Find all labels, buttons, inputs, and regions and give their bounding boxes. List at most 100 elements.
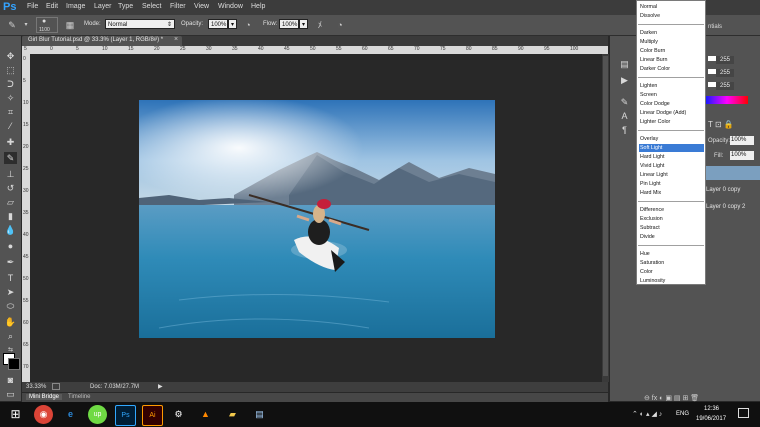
history-brush-tool-icon[interactable]: ↺ <box>4 182 17 194</box>
layer-fill-input[interactable]: 100% <box>730 151 754 160</box>
pressure-opacity-icon[interactable]: ◔ <box>242 19 254 31</box>
slider-icon[interactable] <box>708 56 716 61</box>
color-value-b[interactable]: 255 <box>716 82 734 90</box>
notification-icon[interactable] <box>738 408 749 418</box>
flow-dropdown-button[interactable]: ▾ <box>299 19 308 29</box>
blend-mode-option[interactable]: Exclusion <box>639 215 704 223</box>
blend-mode-option[interactable]: Overlay <box>639 135 704 143</box>
brush-tool-preset-icon[interactable]: ✎ <box>6 19 18 31</box>
color-ramp[interactable] <box>706 96 748 104</box>
blend-mode-option[interactable]: Linear Dodge (Add) <box>639 109 704 117</box>
menu-filter[interactable]: Filter <box>170 3 186 10</box>
chrome-icon[interactable]: ◉ <box>34 405 53 424</box>
slider-icon[interactable] <box>708 82 716 87</box>
steam-icon[interactable]: ⚙ <box>169 405 188 424</box>
history-panel-icon[interactable]: ▤ <box>618 58 631 70</box>
paragraph-panel-icon[interactable]: ¶ <box>618 124 631 136</box>
menu-window[interactable]: Window <box>218 3 243 10</box>
blend-mode-option[interactable]: Hard Mix <box>639 189 704 197</box>
blend-mode-option[interactable]: Hard Light <box>639 153 704 161</box>
vlc-icon[interactable]: ▲ <box>196 405 215 424</box>
screen-mode-icon[interactable]: ▭ <box>4 388 17 400</box>
upwork-icon[interactable]: up <box>88 405 107 424</box>
document-image[interactable] <box>139 100 495 338</box>
blend-mode-option[interactable]: Linear Burn <box>639 56 704 64</box>
opacity-dropdown-button[interactable]: ▾ <box>228 19 237 29</box>
blend-mode-option[interactable]: Luminosity <box>639 277 704 285</box>
healing-brush-tool-icon[interactable]: ✚ <box>4 136 17 148</box>
blend-mode-option[interactable]: Lighter Color <box>639 118 704 126</box>
blend-mode-dropdown[interactable]: Normal Dissolve Darken Multiply Color Burn Li… <box>636 0 706 285</box>
shape-tool-icon[interactable]: ⬭ <box>4 300 17 312</box>
blend-mode-option[interactable]: Color Dodge <box>639 100 704 108</box>
crop-tool-icon[interactable]: ⌗ <box>4 106 17 118</box>
flow-input[interactable]: 100% <box>279 19 299 29</box>
brush-tool-icon[interactable]: ✎ <box>4 152 17 164</box>
background-color-swatch[interactable] <box>8 358 20 370</box>
status-menu-arrow-icon[interactable]: ▶ <box>158 383 163 390</box>
menu-layer[interactable]: Layer <box>94 3 112 10</box>
color-value-g[interactable]: 255 <box>716 69 734 77</box>
edge-icon[interactable]: e <box>61 405 80 424</box>
blend-mode-option[interactable]: Dissolve <box>639 12 704 20</box>
character-panel-icon[interactable]: A <box>618 110 631 122</box>
brush-panel-icon[interactable]: ✎ <box>618 96 631 108</box>
dodge-tool-icon[interactable]: ● <box>4 240 17 252</box>
language-indicator[interactable]: ENG <box>676 411 689 417</box>
blend-mode-option[interactable]: Color Burn <box>639 47 704 55</box>
blend-mode-option[interactable]: Difference <box>639 206 704 214</box>
windows-logo-icon[interactable]: ⊞ <box>6 405 25 424</box>
eraser-tool-icon[interactable]: ▱ <box>4 196 17 208</box>
blend-mode-option[interactable]: Darken <box>639 29 704 37</box>
blend-mode-option[interactable]: Divide <box>639 233 704 241</box>
blend-mode-option[interactable]: Linear Light <box>639 171 704 179</box>
opacity-input[interactable]: 100% <box>208 19 228 29</box>
menu-type[interactable]: Type <box>118 3 133 10</box>
menu-help[interactable]: Help <box>251 3 265 10</box>
zoom-level[interactable]: 33.33% <box>26 384 46 390</box>
blend-mode-option[interactable]: Subtract <box>639 224 704 232</box>
brush-panel-toggle-icon[interactable]: ▦ <box>64 19 76 31</box>
lasso-tool-icon[interactable]: ᑐ <box>4 78 17 90</box>
illustrator-icon[interactable]: Ai <box>142 405 163 426</box>
menu-edit[interactable]: Edit <box>46 3 58 10</box>
notepad-icon[interactable]: ▤ <box>250 405 269 424</box>
blend-mode-option[interactable]: Darker Color <box>639 65 704 73</box>
blend-mode-option[interactable]: Lighten <box>639 82 704 90</box>
layer-actions-icon[interactable]: ⊖ fx ◐ ▣ ▤ ⊞ 🗑 <box>644 394 699 402</box>
eyedropper-tool-icon[interactable]: ⁄ <box>4 120 17 132</box>
hand-tool-icon[interactable]: ✋ <box>4 316 17 328</box>
photoshop-icon[interactable]: Ps <box>115 405 136 426</box>
layer-row-selected[interactable] <box>704 166 760 180</box>
layer-opacity-input[interactable]: 100% <box>730 136 754 145</box>
blur-tool-icon[interactable]: 💧 <box>4 224 17 236</box>
menu-image[interactable]: Image <box>66 3 85 10</box>
blend-mode-option[interactable]: Vivid Light <box>639 162 704 170</box>
blend-mode-option[interactable]: Saturation <box>639 259 704 267</box>
blend-mode-option[interactable]: Multiply <box>639 38 704 46</box>
scrollbar-thumb[interactable] <box>603 56 608 376</box>
blend-mode-option[interactable]: Pin Light <box>639 180 704 188</box>
clock-time[interactable]: 12:36 <box>704 406 719 412</box>
move-tool-icon[interactable]: ✥ <box>4 50 17 62</box>
marquee-tool-icon[interactable]: ⬚ <box>4 64 17 76</box>
layer-row-label[interactable]: Layer 0 copy <box>706 187 740 193</box>
type-tool-icon[interactable]: T <box>4 272 17 284</box>
layer-row-label[interactable]: Layer 0 copy 2 <box>706 204 745 210</box>
chevron-down-icon[interactable]: ▾ <box>20 19 32 31</box>
system-tray-icons[interactable]: ⌃ ◐ ▴ ◢ ♪ <box>632 410 662 418</box>
menu-view[interactable]: View <box>194 3 209 10</box>
lock-icon[interactable]: T ⊡ 🔒 <box>708 120 734 129</box>
slider-icon[interactable] <box>708 69 716 74</box>
tab-timeline[interactable]: Timeline <box>68 394 90 400</box>
file-explorer-icon[interactable]: ▰ <box>223 405 242 424</box>
clock-date[interactable]: 19/06/2017 <box>696 416 726 422</box>
blend-mode-option[interactable]: Hue <box>639 250 704 258</box>
zoom-tool-icon[interactable]: ⌕ <box>4 330 17 342</box>
clone-stamp-tool-icon[interactable]: ⊥ <box>4 168 17 180</box>
path-selection-tool-icon[interactable]: ➤ <box>4 286 17 298</box>
pen-tool-icon[interactable]: ✒ <box>4 256 17 268</box>
mode-select[interactable]: Normal ⇕ <box>105 19 175 29</box>
tab-mini-bridge[interactable]: Mini Bridge <box>26 394 63 400</box>
blend-mode-option[interactable]: Normal <box>639 3 704 11</box>
